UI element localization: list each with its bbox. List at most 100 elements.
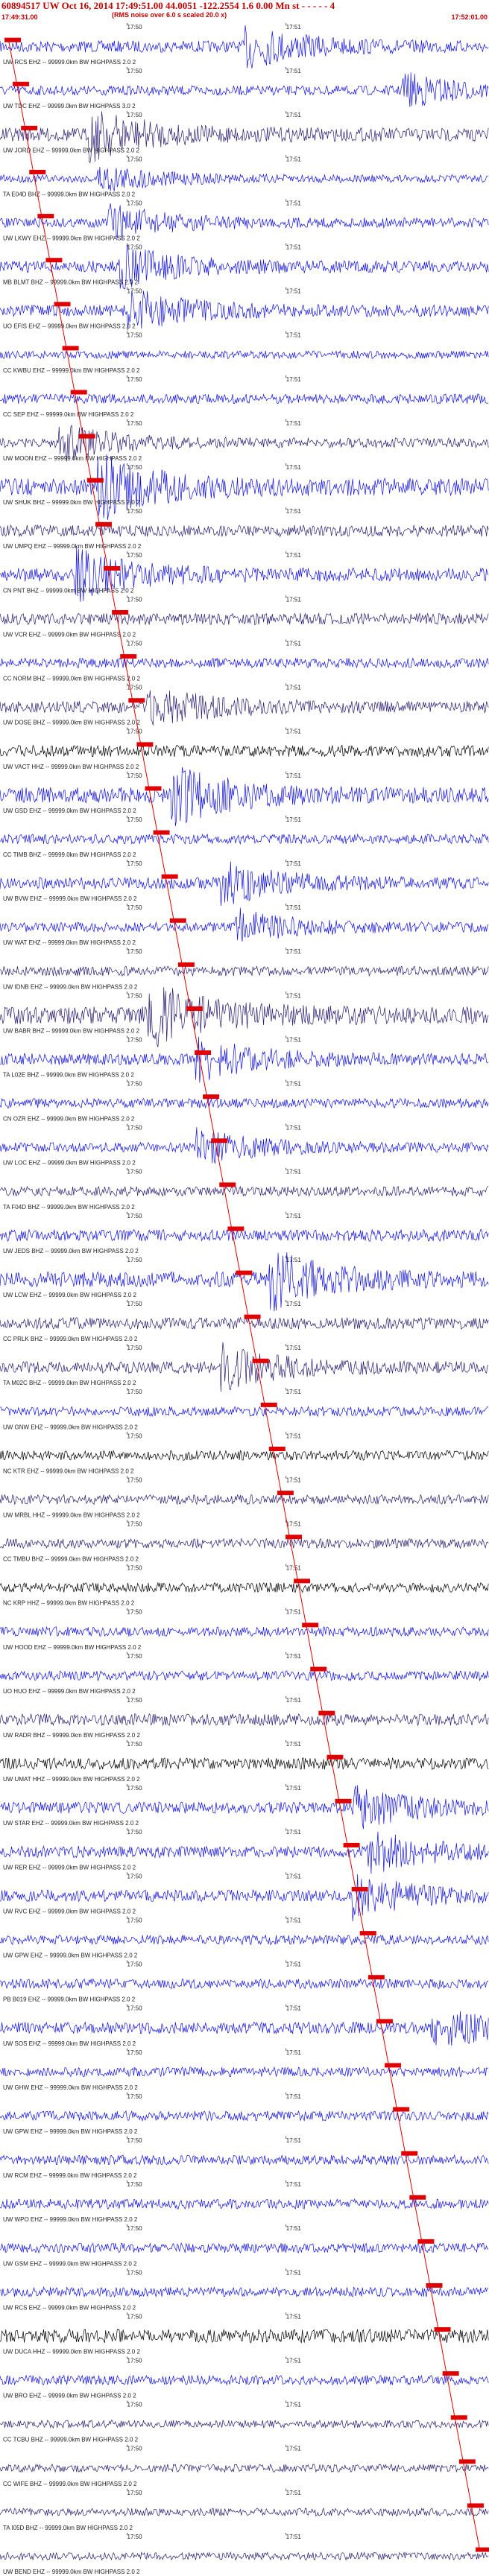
pick-marker [302,1622,319,1628]
station-label: UW LKWY EHZ -- 99999.0km BW HIGHPASS 2.0… [3,235,140,242]
pick-marker [29,169,46,174]
trace-row: UW GSM EHZ -- 99999.0km BW HIGHPASS 2.0 … [0,2224,489,2267]
station-label: UW STAR EHZ -- 99999.0km BW HIGHPASS 2.0… [3,1820,139,1827]
trace-row: UW RADR BHZ -- 99999.0km BW HIGHPASS 2.0… [0,1695,489,1739]
time-tick-label: 17:51 [286,2446,302,2452]
station-label: UW GSM EHZ -- 99999.0km BW HIGHPASS 2.0 … [3,2260,137,2267]
station-label: PB B019 EHZ -- 99999.0km BW HIGHPASS 2.0… [3,1996,136,2003]
time-tick-label: 17:51 [286,2181,302,2188]
station-label: UW RCS EHZ -- 99999.0km BW HIGHPASS 2.0 … [3,59,136,66]
noise-subtitle: (RMS noise over 6.0 s scaled 20.0 x) [112,11,227,19]
trace-row: PB B019 EHZ -- 99999.0km BW HIGHPASS 2.0… [0,1960,489,2003]
station-label: UW BABR BHZ -- 99999.0km BW HIGHPASS 2.0… [3,1027,140,1034]
trace-row: UW BRO EHZ -- 99999.0km BW HIGHPASS 2.0 … [0,2356,489,2399]
pick-marker [310,1666,327,1672]
pick-marker [128,698,145,703]
time-tick-label: 17:50 [127,2534,143,2540]
trace-row: UW SOS EHZ -- 99999.0km BW HIGHPASS 2.0 … [0,2004,489,2047]
time-tick-label: 17:51 [286,1653,302,1660]
pick-marker [120,654,137,659]
pick-marker [21,125,38,130]
station-label: TA M02C BHZ -- 99999.0km BW HIGHPASS 2.0… [3,1380,136,1386]
time-tick-label: 17:50 [127,1345,143,1351]
time-tick-label: 17:50 [127,2005,143,2012]
time-tick-label: 17:50 [127,816,143,823]
time-tick-label: 17:51 [286,2490,302,2496]
time-tick-label: 17:51 [286,1080,302,1087]
trace-row: CC TMBU BHZ -- 99999.0km BW HIGHPASS 2.0… [0,1520,489,1563]
time-tick-label: 17:50 [127,1213,143,1219]
trace-row: UW MOON EHZ -- 99999.0km BW HIGHPASS 2.0… [0,419,489,462]
time-tick-label: 17:50 [127,1301,143,1307]
time-tick-label: 17:50 [127,2490,143,2496]
pick-marker [112,610,129,615]
trace-row: NC KRP HHZ -- 99999.0km BW HIGHPASS 2.0 … [0,1564,489,1607]
station-label: NC KTR EHZ -- 99999.0km BW HIGHPASS 2.0 … [3,1468,134,1474]
time-tick-label: 17:51 [286,1389,302,1395]
station-label: CC KWBU EHZ -- 99999.0km BW HIGHPASS 2.0… [3,367,140,374]
waveform [0,1713,489,1727]
trace-row: UW WAT EHZ -- 99999.0km BW HIGHPASS 2.0 … [0,904,489,946]
time-tick-label: 17:51 [286,685,302,691]
time-tick-label: 17:50 [127,552,143,559]
pick-marker [244,1314,261,1319]
time-tick-label: 17:51 [286,1521,302,1528]
time-tick-label: 17:51 [286,816,302,823]
pick-marker [385,2063,402,2068]
waveform [0,1127,489,1164]
pick-marker [401,2151,418,2156]
start-time: 17:49:31.00 [1,13,38,21]
time-tick-label: 17:51 [286,1345,302,1351]
time-tick-label: 17:51 [286,596,302,603]
time-tick-label: 17:50 [127,508,143,515]
time-tick-label: 17:51 [286,2093,302,2100]
time-tick-label: 17:50 [127,1961,143,1968]
time-tick-label: 17:51 [286,288,302,295]
waveform [0,1097,489,1109]
trace-row: UW RCM EHZ -- 99999.0km BW HIGHPASS 2.0 … [0,2136,489,2179]
station-label: UW IDNB EHZ -- 99999.0km BW HIGHPASS 2.0… [3,983,138,990]
time-tick-label: 17:51 [286,1213,302,1219]
waveform [0,2551,489,2561]
time-tick-label: 17:51 [286,729,302,735]
pick-marker [458,2459,476,2464]
waveform [0,2419,489,2429]
time-tick-label: 17:50 [127,992,143,999]
station-label: CC TCBU BHZ -- 99999.0km BW HIGHPASS 2.0… [3,2437,139,2443]
waveform [0,833,489,846]
time-tick-label: 17:51 [286,1917,302,1923]
waveform [0,72,489,107]
time-tick-label: 17:50 [127,640,143,647]
time-tick-label: 17:50 [127,2446,143,2452]
trace-row: UW GPW EHZ -- 99999.0km BW HIGHPASS 2.0 … [0,2092,489,2135]
pick-marker [4,37,21,42]
time-tick-label: 17:50 [127,1829,143,1836]
time-tick-label: 17:51 [286,1873,302,1879]
traces-svg: UW RCS EHZ -- 99999.0km BW HIGHPASS 2.0 … [0,23,489,2575]
time-tick-label: 17:50 [127,1080,143,1087]
waveform [0,524,489,538]
trace-row: UW DUCA HHZ -- 99999.0km BW HIGHPASS 2.0… [0,2312,489,2355]
trace-row: UW WPO EHZ -- 99999.0km BW HIGHPASS 2.0 … [0,2180,489,2223]
waveform [0,454,489,520]
station-label: UW MOON EHZ -- 99999.0km BW HIGHPASS 2.0… [3,455,142,462]
station-label: UW UMPQ EHZ -- 99999.0km BW HIGHPASS 2.0… [3,543,142,550]
waveform [0,1625,489,1637]
station-label: UW GSD EHZ -- 99999.0km BW HIGHPASS 2.0 … [3,808,136,814]
trace-row: UW GHW EHZ -- 99999.0km BW HIGHPASS 2.0 … [0,2048,489,2091]
pick-marker [13,81,30,86]
station-label: UW WPO EHZ -- 99999.0km BW HIGHPASS 2.0 … [3,2216,138,2223]
time-tick-label: 17:50 [127,1389,143,1395]
time-tick-label: 17:51 [286,773,302,779]
pick-marker [161,874,178,879]
station-label: UW DUCA HHZ -- 99999.0km BW HIGHPASS 2.0… [3,2348,140,2355]
time-tick-label: 17:50 [127,112,143,118]
trace-row: MB BLMT BHZ -- 99999.0km BW HIGHPASS 2.0… [0,243,489,290]
trace-row: CC KWBU EHZ -- 99999.0km BW HIGHPASS 2.0… [0,331,489,374]
pick-marker [409,2195,426,2200]
pick-marker [203,1094,220,1100]
time-tick-label: 17:50 [127,1697,143,1704]
time-tick-label: 17:51 [286,1476,302,1483]
waveform [0,2328,489,2344]
time-tick-label: 17:51 [286,904,302,911]
